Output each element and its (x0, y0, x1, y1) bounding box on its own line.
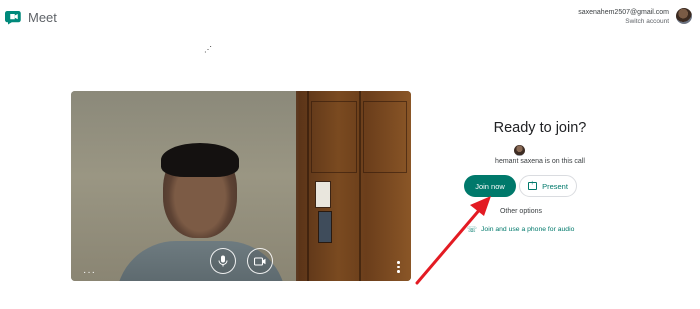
present-screen-icon (528, 180, 538, 190)
camera-preview: ··· (71, 91, 411, 281)
present-button[interactable]: Present (519, 175, 577, 197)
participant-status-text: hemant saxena is on this call (495, 158, 585, 165)
other-options-label: Other options (499, 208, 543, 215)
join-panel: Ready to join? (440, 118, 640, 136)
ready-heading: Ready to join? (493, 120, 587, 136)
wall-picture-frame (318, 211, 332, 243)
camera-toggle-button[interactable] (247, 248, 273, 274)
microphone-icon (218, 255, 228, 267)
account-email: saxenahem2507@gmail.com (578, 9, 669, 16)
account-avatar[interactable] (676, 8, 692, 24)
microphone-toggle-button[interactable] (210, 248, 236, 274)
participant-avatar (514, 145, 525, 156)
account-info: saxenahem2507@gmail.com Switch account (578, 8, 669, 26)
top-bar: Meet saxenahem2507@gmail.com Switch acco… (0, 0, 700, 36)
person-hair (161, 143, 239, 177)
app-title: Meet (28, 10, 57, 25)
camera-icon (254, 256, 266, 266)
mouse-cursor-icon: ⋰ (204, 45, 212, 54)
wall-picture-frame (315, 181, 331, 208)
present-button-label: Present (542, 181, 568, 191)
video-more-options-icon[interactable] (397, 261, 401, 273)
google-meet-logo-icon[interactable] (5, 8, 23, 26)
join-with-phone-label: Join and use a phone for audio (481, 226, 575, 233)
more-dots-icon[interactable]: ··· (83, 267, 96, 278)
switch-account-link[interactable]: Switch account (578, 17, 669, 26)
phone-icon: ☏ (467, 225, 478, 234)
join-now-button[interactable]: Join now (464, 175, 516, 197)
join-with-phone-link[interactable]: ☏ Join and use a phone for audio (467, 225, 574, 234)
